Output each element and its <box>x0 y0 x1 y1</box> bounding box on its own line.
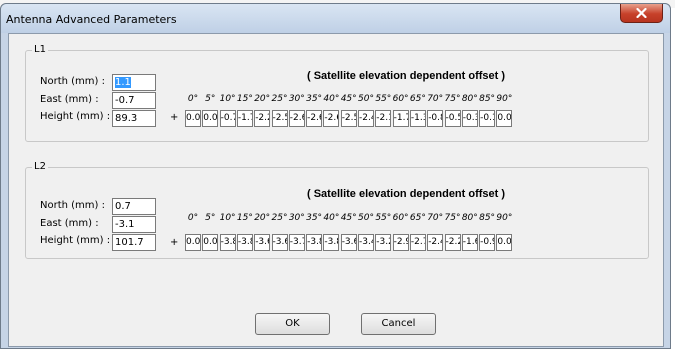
offset-cell[interactable]: -0.3 <box>461 110 478 127</box>
angle-header: 90° <box>496 94 513 104</box>
offset-cell[interactable]: -2.4 <box>427 234 444 251</box>
offset-cell[interactable]: -2.9 <box>392 234 409 251</box>
offset-cell[interactable]: -3.6 <box>340 234 357 251</box>
ok-button[interactable]: OK <box>255 313 330 335</box>
offset-cell[interactable]: -3.8 <box>236 234 253 251</box>
dialog-body: L1 North (mm) : East (mm) : Height (mm) … <box>8 33 664 347</box>
cancel-button[interactable]: Cancel <box>361 313 436 335</box>
group-l1-label: L1 <box>32 44 48 56</box>
height-label: Height (mm) : <box>40 111 111 122</box>
offset-cell[interactable]: -2.5 <box>271 110 288 127</box>
angle-header: 90° <box>496 213 513 223</box>
offset-cell[interactable]: -1.3 <box>409 110 426 127</box>
offset-cell[interactable]: -2.2 <box>444 234 461 251</box>
offset-cell[interactable]: -3.8 <box>219 234 236 251</box>
offset-cell[interactable]: 0.0 <box>496 110 513 127</box>
offset-cell[interactable]: -3.6 <box>254 234 271 251</box>
close-button[interactable] <box>620 4 663 23</box>
close-icon <box>636 8 647 18</box>
plus-sign: + <box>170 237 179 248</box>
offset-cell[interactable]: -2.6 <box>323 110 340 127</box>
offset-cell[interactable]: -2.6 <box>288 110 305 127</box>
offset-cell[interactable]: -2.1 <box>375 110 392 127</box>
window-title: Antenna Advanced Parameters <box>6 13 177 26</box>
offset-cell[interactable]: 0.0 <box>496 234 513 251</box>
height-field[interactable]: 89.3 <box>112 110 156 127</box>
offset-cell[interactable]: -3.8 <box>306 234 323 251</box>
group-l1: L1 North (mm) : East (mm) : Height (mm) … <box>25 44 649 142</box>
north-field[interactable]: 0.7 <box>112 198 156 215</box>
offset-cell[interactable]: -1.7 <box>392 110 409 127</box>
offset-cell[interactable]: 0.0 <box>202 234 219 251</box>
elevation-offset-title: ( Satellite elevation dependent offset ) <box>307 188 506 200</box>
offset-cell[interactable]: -0.1 <box>479 110 496 127</box>
height-field[interactable]: 101.7 <box>112 234 156 251</box>
dialog-window: Antenna Advanced Parameters L1 North (mm… <box>0 3 671 349</box>
offset-cell[interactable]: -2.5 <box>340 110 357 127</box>
offset-cell[interactable]: -2.4 <box>358 110 374 127</box>
north-selection: 1.1 <box>115 77 131 88</box>
north-label: North (mm) : <box>40 200 105 211</box>
offset-cell[interactable]: -3.8 <box>323 234 340 251</box>
group-l2: L2 North (mm) : East (mm) : Height (mm) … <box>25 161 649 259</box>
offset-cell[interactable]: -3.7 <box>288 234 305 251</box>
offset-cell[interactable]: -3.2 <box>375 234 392 251</box>
title-bar[interactable]: Antenna Advanced Parameters <box>1 4 670 33</box>
north-field[interactable]: 1.1 <box>112 74 156 91</box>
offset-cell[interactable]: -3.4 <box>358 234 374 251</box>
offset-cell[interactable]: -2.6 <box>306 110 323 127</box>
offset-cell[interactable]: -2.2 <box>254 110 271 127</box>
offset-cell[interactable]: 0.0 <box>185 234 201 251</box>
offset-cell[interactable]: 0.0 <box>202 110 219 127</box>
offset-cell[interactable]: 0.0 <box>185 110 201 127</box>
offset-cell[interactable]: -0.9 <box>479 234 496 251</box>
height-label: Height (mm) : <box>40 235 111 246</box>
east-label: East (mm) : <box>40 218 99 229</box>
offset-cell[interactable]: -0.7 <box>219 110 236 127</box>
offset-cell[interactable]: -1.7 <box>236 110 253 127</box>
offset-cell[interactable]: -1.6 <box>461 234 478 251</box>
group-l2-label: L2 <box>32 161 48 173</box>
offset-cell[interactable]: -0.5 <box>444 110 461 127</box>
offset-cell[interactable]: -3.6 <box>271 234 288 251</box>
north-label: North (mm) : <box>40 76 105 87</box>
east-label: East (mm) : <box>40 94 99 105</box>
east-field[interactable]: -3.1 <box>112 216 156 233</box>
offset-cell[interactable]: -0.8 <box>427 110 444 127</box>
elevation-offset-title: ( Satellite elevation dependent offset ) <box>307 70 506 82</box>
east-field[interactable]: -0.7 <box>112 92 156 109</box>
plus-sign: + <box>170 112 179 123</box>
offset-cell[interactable]: -2.7 <box>409 234 426 251</box>
